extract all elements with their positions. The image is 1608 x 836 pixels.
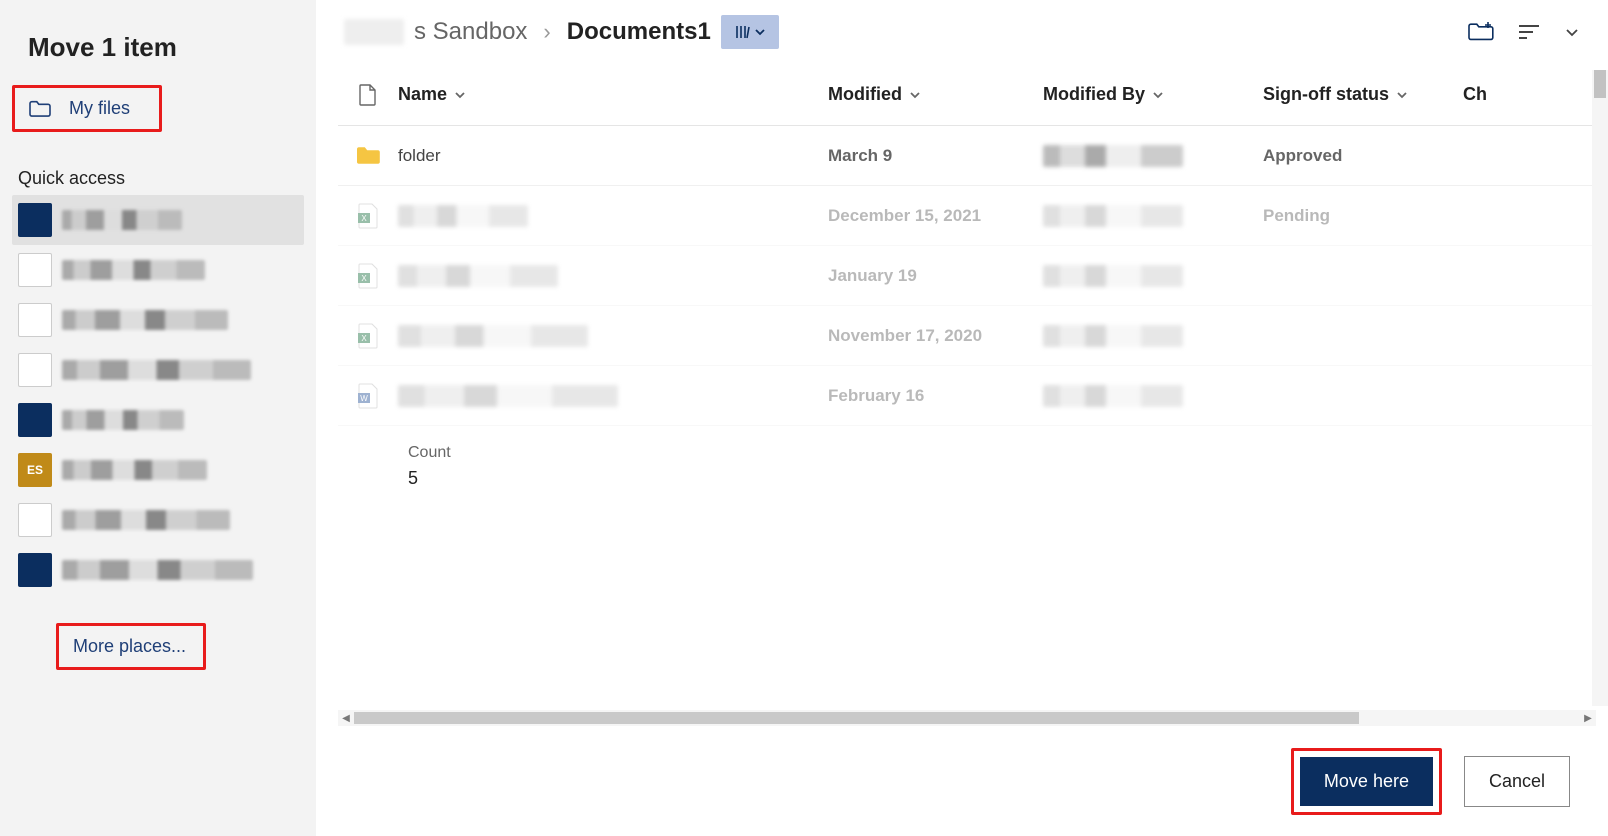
cell-name [398,205,828,227]
cell-modified: February 16 [828,386,1043,406]
site-thumbnail [18,403,52,437]
site-thumbnail: ES [18,453,52,487]
cell-modified-by [1043,145,1263,167]
column-header-signoff[interactable]: Sign-off status [1263,84,1463,105]
horizontal-scrollbar[interactable]: ◀ ▶ [338,710,1596,726]
breadcrumb-current: Documents1 [567,18,711,46]
cancel-button[interactable]: Cancel [1464,756,1570,807]
site-name-redacted [62,560,253,580]
my-files-label: My files [69,98,130,119]
svg-text:X: X [361,214,367,223]
column-header-name[interactable]: Name [398,84,828,105]
svg-text:X: X [361,334,367,343]
new-folder-icon[interactable] [1468,21,1494,43]
excel-icon: X [338,323,398,349]
cell-modified: December 15, 2021 [828,206,1043,226]
quick-access-item[interactable] [12,545,304,595]
file-row[interactable]: folderMarch 9 Approved [338,126,1596,186]
site-name-redacted [62,310,228,330]
chevron-down-icon [1151,88,1165,102]
count-label: Count [408,444,1596,462]
view-switch-button[interactable] [721,15,779,49]
column-header-modified-by[interactable]: Modified By [1043,84,1263,105]
site-name-redacted [62,360,251,380]
chevron-down-icon [1395,88,1409,102]
cell-modified-by [1043,325,1263,347]
sort-icon[interactable] [1518,23,1540,41]
move-here-button[interactable]: Move here [1300,757,1433,806]
file-row[interactable]: W February 16 [338,366,1596,426]
site-thumbnail [18,203,52,237]
cell-name [398,385,828,407]
site-thumbnail [18,353,52,387]
my-files-link[interactable]: My files [12,85,162,132]
site-name-redacted [62,460,207,480]
quick-access-heading: Quick access [18,168,304,189]
word-icon: W [338,383,398,409]
breadcrumb-segment[interactable]: s Sandbox [414,18,527,46]
column-header-type[interactable] [338,84,398,106]
more-places-button[interactable]: More places... [56,623,206,670]
file-row[interactable]: X December 15, 2021 Pending [338,186,1596,246]
vertical-scrollbar[interactable] [1592,70,1608,706]
folder-icon [338,145,398,167]
file-icon [359,84,377,106]
cell-name [398,325,828,347]
site-thumbnail [18,303,52,337]
quick-access-item[interactable] [12,295,304,345]
chevron-down-icon [754,26,766,38]
quick-access-item[interactable] [12,495,304,545]
cell-modified-by [1043,385,1263,407]
excel-icon: X [338,263,398,289]
column-headers-row: Name Modified Modified By Sign-off statu… [338,64,1596,126]
folder-icon [29,100,51,118]
scroll-right-icon[interactable]: ▶ [1580,713,1596,724]
cell-name [398,265,828,287]
cell-modified-by [1043,265,1263,287]
cell-signoff-status: Pending [1263,206,1463,226]
site-thumbnail [18,253,52,287]
cell-modified-by [1043,205,1263,227]
breadcrumb-bar: s Sandbox › Documents1 [316,0,1608,64]
column-header-overflow: Ch [1463,84,1503,105]
count-value: 5 [408,468,1596,489]
file-row[interactable]: X November 17, 2020 [338,306,1596,366]
dialog-footer: Move here Cancel [316,726,1608,836]
site-name-redacted [62,410,184,430]
quick-access-item[interactable]: ES [12,445,304,495]
column-header-modified[interactable]: Modified [828,84,1043,105]
dialog-title: Move 1 item [28,32,304,63]
sidebar: Move 1 item My files Quick access ES Mor… [0,0,316,836]
quick-access-item[interactable] [12,195,304,245]
quick-access-item[interactable] [12,245,304,295]
svg-text:X: X [361,274,367,283]
quick-access-item[interactable] [12,395,304,445]
breadcrumb-redacted [344,19,404,45]
cell-signoff-status: Approved [1263,146,1463,166]
scroll-left-icon[interactable]: ◀ [338,713,354,724]
site-thumbnail [18,503,52,537]
site-name-redacted [62,260,205,280]
library-icon [734,23,752,41]
cell-modified: March 9 [828,146,1043,166]
excel-icon: X [338,203,398,229]
svg-text:W: W [360,394,368,403]
site-thumbnail [18,553,52,587]
quick-access-item[interactable] [12,345,304,395]
chevron-down-icon [908,88,922,102]
cell-name: folder [398,146,828,166]
site-name-redacted [62,510,230,530]
cell-modified: November 17, 2020 [828,326,1043,346]
file-row[interactable]: X January 19 [338,246,1596,306]
cell-modified: January 19 [828,266,1043,286]
chevron-right-icon: › [537,19,556,45]
file-picker-main: s Sandbox › Documents1 [316,0,1608,836]
chevron-down-icon [453,88,467,102]
site-name-redacted [62,210,182,230]
chevron-down-icon[interactable] [1564,24,1580,40]
